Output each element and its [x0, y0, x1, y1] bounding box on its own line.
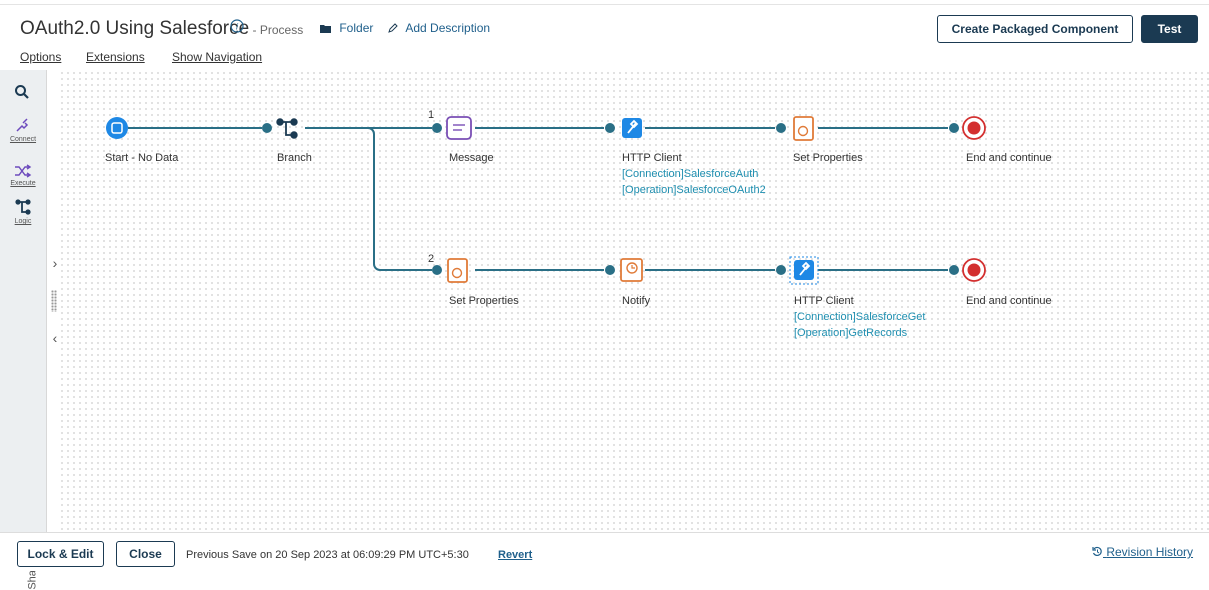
process-canvas[interactable]: 1 2 Start - No Data Branch Message HTTP …	[59, 70, 1209, 532]
node-operation-http1[interactable]: [Operation]SalesforceOAuth2	[622, 184, 766, 196]
node-label-branch: Branch	[277, 152, 312, 164]
palette-logic-label: Logic	[14, 218, 32, 225]
pencil-icon	[388, 23, 398, 33]
info-icon[interactable]: i	[230, 19, 244, 33]
node-connection-http1[interactable]: [Connection]SalesforceAuth	[622, 168, 758, 180]
node-label-message: Message	[449, 152, 494, 164]
set-properties-icon	[447, 258, 468, 283]
process-title: OAuth2.0 Using Salesforce	[20, 18, 250, 39]
palette-logic[interactable]: Logic	[4, 198, 42, 225]
drag-handle[interactable]	[51, 290, 57, 312]
process-diagram: 1 2 Start - No Data Branch Message HTTP …	[105, 109, 1052, 339]
start-icon	[106, 117, 128, 139]
connect-icon	[16, 118, 29, 132]
node-label-start: Start - No Data	[105, 152, 179, 164]
add-description-link[interactable]: Add Description	[388, 21, 490, 35]
notify-icon	[620, 258, 643, 282]
node-message[interactable]: Message	[446, 116, 494, 164]
palette-execute[interactable]: Execute	[4, 164, 42, 187]
execute-icon	[15, 164, 32, 178]
node-label-http2: HTTP Client	[794, 295, 854, 307]
connector-arrows	[262, 123, 959, 275]
history-icon	[1092, 546, 1102, 557]
menu-options[interactable]: Options	[20, 50, 61, 64]
logic-icon	[15, 199, 31, 215]
node-branch[interactable]: Branch	[276, 118, 312, 164]
save-info: Previous Save on 20 Sep 2023 at 06:09:29…	[186, 549, 469, 561]
menu-extensions[interactable]: Extensions	[86, 50, 145, 64]
process-type: - Process	[249, 23, 304, 37]
palette-connect-label: Connect	[9, 136, 37, 143]
node-label-setprops1: Set Properties	[793, 152, 863, 164]
node-label-notify: Notify	[622, 295, 651, 307]
create-packaged-component-button[interactable]: Create Packaged Component	[937, 15, 1133, 43]
node-set-properties-2[interactable]: Set Properties	[447, 258, 519, 307]
node-start[interactable]: Start - No Data	[105, 117, 179, 164]
shapes-palette: Connect Execute Logic Shapes	[0, 70, 47, 590]
revision-history-link[interactable]: Revision History	[1092, 545, 1193, 559]
folder-link[interactable]: Folder	[320, 21, 373, 35]
tab-strip	[0, 0, 1209, 5]
node-end-2[interactable]: End and continue	[962, 258, 1052, 307]
node-label-end2: End and continue	[966, 295, 1052, 307]
branch-icon	[276, 118, 298, 139]
revision-history-label: Revision History	[1106, 545, 1194, 559]
footer-bar: Lock & Edit Close Previous Save on 20 Se…	[0, 532, 1209, 571]
node-label-http1: HTTP Client	[622, 152, 682, 164]
close-button[interactable]: Close	[116, 541, 175, 567]
header: OAuth2.0 Using Salesforce - Process i Fo…	[0, 0, 1209, 70]
connector-lines	[128, 127, 948, 271]
folder-icon	[320, 25, 331, 33]
lock-edit-button[interactable]: Lock & Edit	[17, 541, 104, 567]
node-end-1[interactable]: End and continue	[962, 116, 1052, 164]
svg-text:i: i	[236, 22, 239, 32]
add-description-label: Add Description	[405, 21, 491, 35]
message-icon	[446, 116, 472, 140]
node-http-client-1[interactable]: HTTP Client [Connection]SalesforceAuth […	[622, 118, 766, 196]
palette-connect[interactable]: Connect	[4, 118, 42, 143]
branch-number-1: 1	[428, 109, 434, 121]
node-notify[interactable]: Notify	[620, 258, 651, 307]
palette-execute-label: Execute	[10, 180, 36, 187]
node-operation-http2[interactable]: [Operation]GetRecords	[794, 327, 908, 339]
revert-link[interactable]: Revert	[498, 549, 532, 561]
page-title: OAuth2.0 Using Salesforce - Process	[20, 18, 303, 40]
node-set-properties-1[interactable]: Set Properties	[793, 116, 863, 164]
menu-show-navigation[interactable]: Show Navigation	[172, 50, 262, 64]
node-connection-http2[interactable]: [Connection]SalesforceGet	[794, 311, 925, 323]
test-button[interactable]: Test	[1141, 15, 1198, 43]
search-icon[interactable]	[14, 84, 30, 100]
folder-label: Folder	[339, 21, 374, 35]
node-label-setprops2: Set Properties	[449, 295, 519, 307]
set-properties-icon	[793, 116, 814, 141]
branch-number-2: 2	[428, 253, 434, 265]
node-label-end1: End and continue	[966, 152, 1052, 164]
